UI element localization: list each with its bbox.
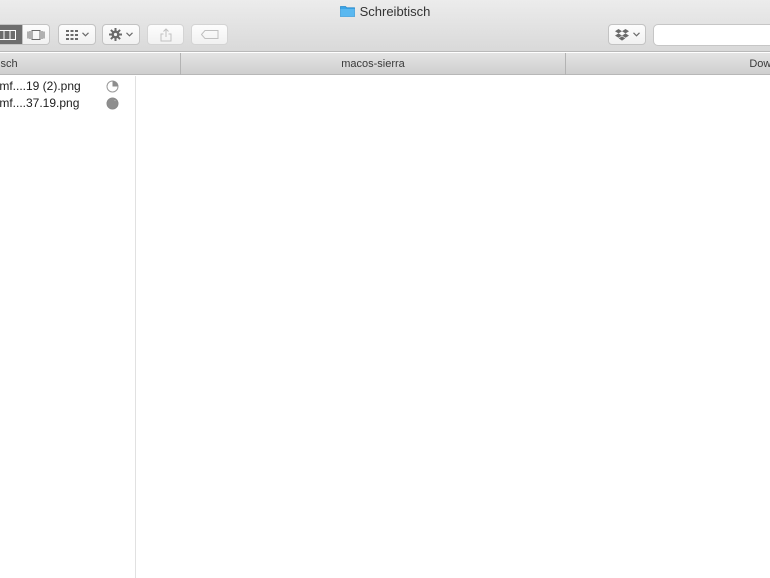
file-name: hirmf....19 (2).png xyxy=(0,79,81,93)
column-header-label: macos-sierra xyxy=(341,58,405,70)
dropbox-icon xyxy=(614,28,629,41)
chevron-down-icon xyxy=(126,32,133,37)
cover-flow-icon xyxy=(27,29,45,40)
arrange-button[interactable] xyxy=(58,24,96,45)
action-button[interactable] xyxy=(102,24,140,45)
chevron-down-icon xyxy=(81,32,89,37)
column-view-icon xyxy=(0,29,17,40)
column-header-desktop[interactable]: isch xyxy=(0,53,181,75)
view-mode-control xyxy=(0,24,50,45)
browser-content: hirmf....19 (2).png hirmf....37.19.png xyxy=(0,76,770,578)
share-button[interactable] xyxy=(147,24,184,45)
toolbar: Schreibtisch xyxy=(0,0,770,52)
progress-partial-icon xyxy=(106,80,119,93)
empty-column[interactable] xyxy=(136,76,770,578)
gear-icon xyxy=(109,28,122,41)
cover-flow-view-button[interactable] xyxy=(21,25,49,44)
dropbox-button[interactable] xyxy=(608,24,646,45)
file-name: hirmf....37.19.png xyxy=(0,96,80,110)
tag-icon xyxy=(200,30,218,39)
column-header-label: Downlo xyxy=(749,58,770,70)
progress-full-icon xyxy=(106,97,119,110)
column-path-bar: isch macos-sierra Downlo xyxy=(0,53,770,75)
grid-icon xyxy=(65,29,78,40)
column-header-label: isch xyxy=(0,58,18,70)
column-view-button[interactable] xyxy=(0,25,22,44)
share-icon xyxy=(160,27,171,41)
folder-icon xyxy=(339,5,355,17)
file-item[interactable]: hirmf....19 (2).png xyxy=(0,78,136,95)
file-item[interactable]: hirmf....37.19.png xyxy=(0,95,136,112)
search-input[interactable] xyxy=(653,24,770,46)
column-header-macos-sierra[interactable]: macos-sierra xyxy=(181,53,566,75)
chevron-down-icon xyxy=(632,32,640,37)
column-header-downloads[interactable]: Downlo xyxy=(566,53,770,75)
file-column[interactable]: hirmf....19 (2).png hirmf....37.19.png xyxy=(0,76,136,578)
window-title-text: Schreibtisch xyxy=(359,4,431,19)
window-title: Schreibtisch xyxy=(0,3,770,21)
tags-button[interactable] xyxy=(191,24,228,45)
